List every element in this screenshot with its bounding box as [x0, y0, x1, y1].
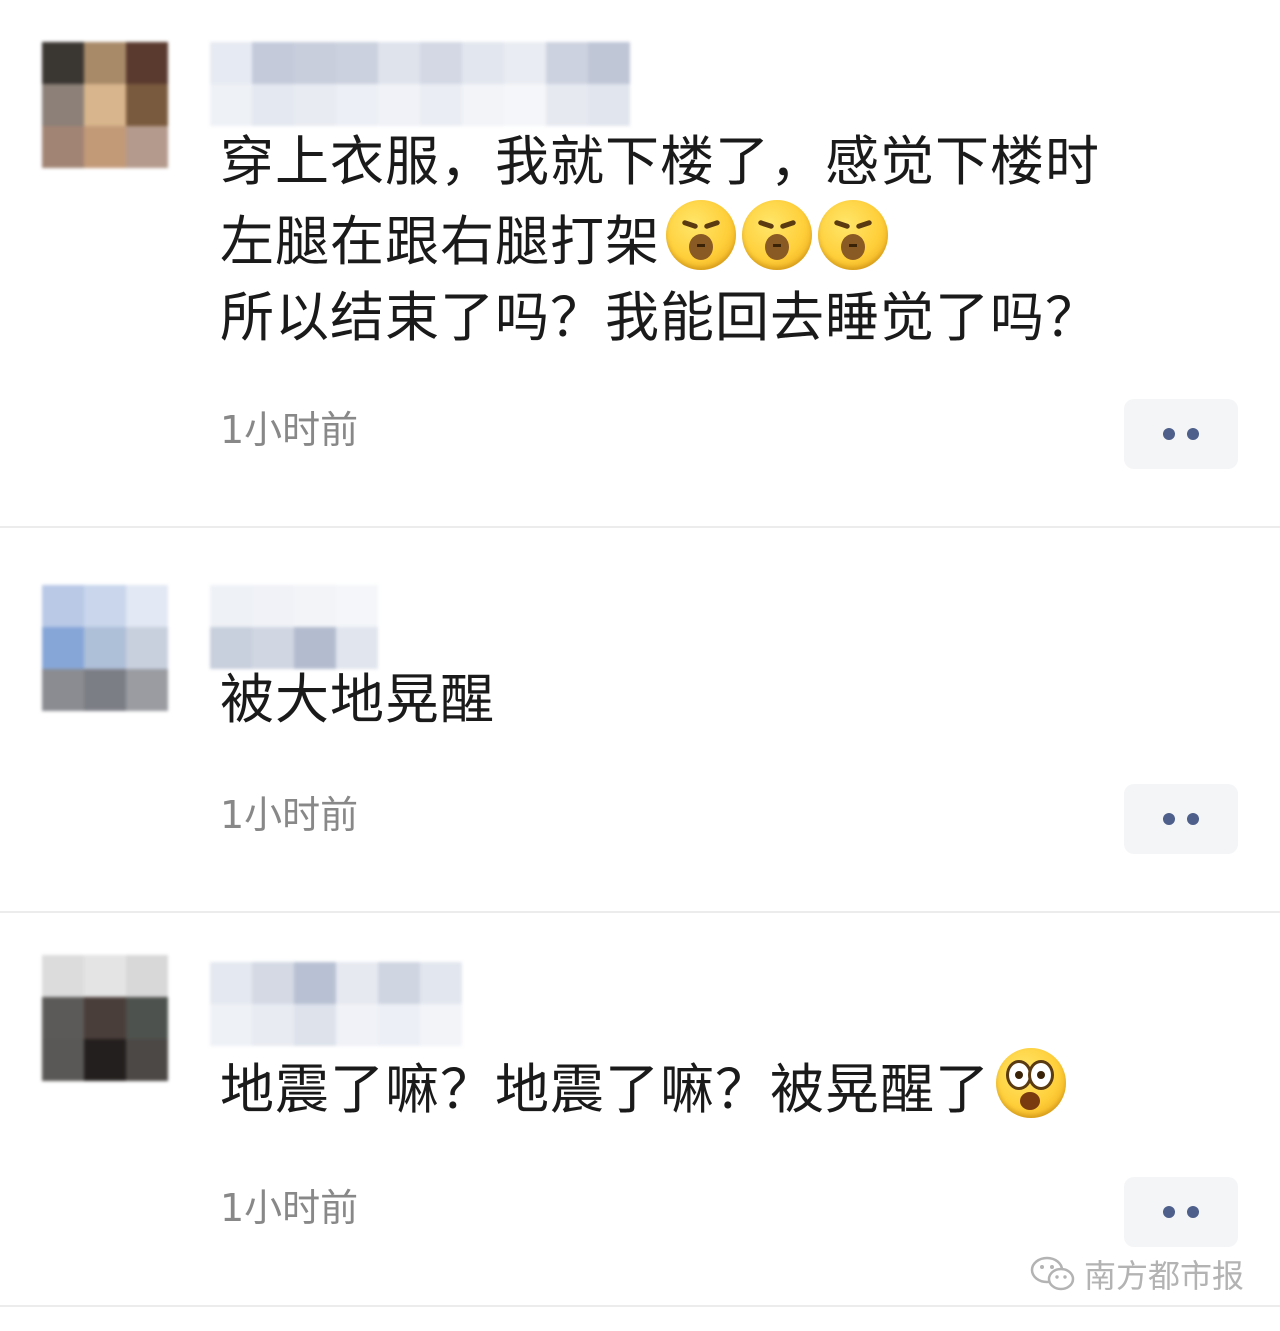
- sleepy-face-emoji-icon: [818, 200, 888, 270]
- dot-icon: [1187, 813, 1199, 825]
- comment-time: 1小时前: [220, 793, 359, 837]
- comment-line-text: 地震了嘛？地震了嘛？被晃醒了: [220, 1058, 990, 1121]
- comment-item: 地震了嘛？地震了嘛？被晃醒了 1小时前: [0, 913, 1280, 1307]
- comment-time: 1小时前: [220, 408, 359, 452]
- avatar[interactable]: [42, 42, 168, 168]
- more-options-button[interactable]: [1124, 399, 1238, 469]
- dot-icon: [1163, 1206, 1175, 1218]
- more-options-button[interactable]: [1124, 1177, 1238, 1247]
- comment-line: 左腿在跟右腿打架: [220, 200, 1220, 280]
- sleepy-face-emoji-icon: [742, 200, 812, 270]
- dot-icon: [1163, 428, 1175, 440]
- comment-time: 1小时前: [220, 1186, 359, 1230]
- comment-line-text: 左腿在跟右腿打架: [220, 210, 660, 273]
- dot-icon: [1163, 813, 1175, 825]
- dot-icon: [1187, 428, 1199, 440]
- avatar[interactable]: [42, 955, 168, 1081]
- shocked-face-emoji-icon: [996, 1048, 1066, 1118]
- dot-icon: [1187, 1206, 1199, 1218]
- comment-line: 地震了嘛？地震了嘛？被晃醒了: [220, 1048, 1220, 1128]
- comment-line: 被大地晃醒: [220, 668, 495, 731]
- username-blurred[interactable]: [210, 962, 462, 1046]
- watermark-text: 南方都市报: [1084, 1257, 1245, 1295]
- comment-line: 所以结束了吗？我能回去睡觉了吗？: [220, 286, 1100, 349]
- comment-line: 穿上衣服，我就下楼了，感觉下楼时: [220, 130, 1100, 193]
- comment-text: 穿上衣服，我就下楼了，感觉下楼时 左腿在跟右腿打架 所以结束了吗？我能回去睡觉了…: [220, 124, 1220, 356]
- more-options-button[interactable]: [1124, 784, 1238, 854]
- comment-text: 被大地晃醒: [220, 662, 1220, 738]
- username-blurred[interactable]: [210, 42, 630, 126]
- sleepy-face-emoji-icon: [666, 200, 736, 270]
- wechat-icon: [1030, 1255, 1076, 1293]
- avatar[interactable]: [42, 585, 168, 711]
- comment-text: 地震了嘛？地震了嘛？被晃醒了: [220, 1048, 1220, 1128]
- username-blurred[interactable]: [210, 585, 378, 669]
- comment-item: 被大地晃醒 1小时前: [0, 528, 1280, 913]
- watermark: 南方都市报: [1030, 1252, 1244, 1296]
- comment-item: 穿上衣服，我就下楼了，感觉下楼时 左腿在跟右腿打架 所以结束了吗？我能回去睡觉了…: [0, 0, 1280, 528]
